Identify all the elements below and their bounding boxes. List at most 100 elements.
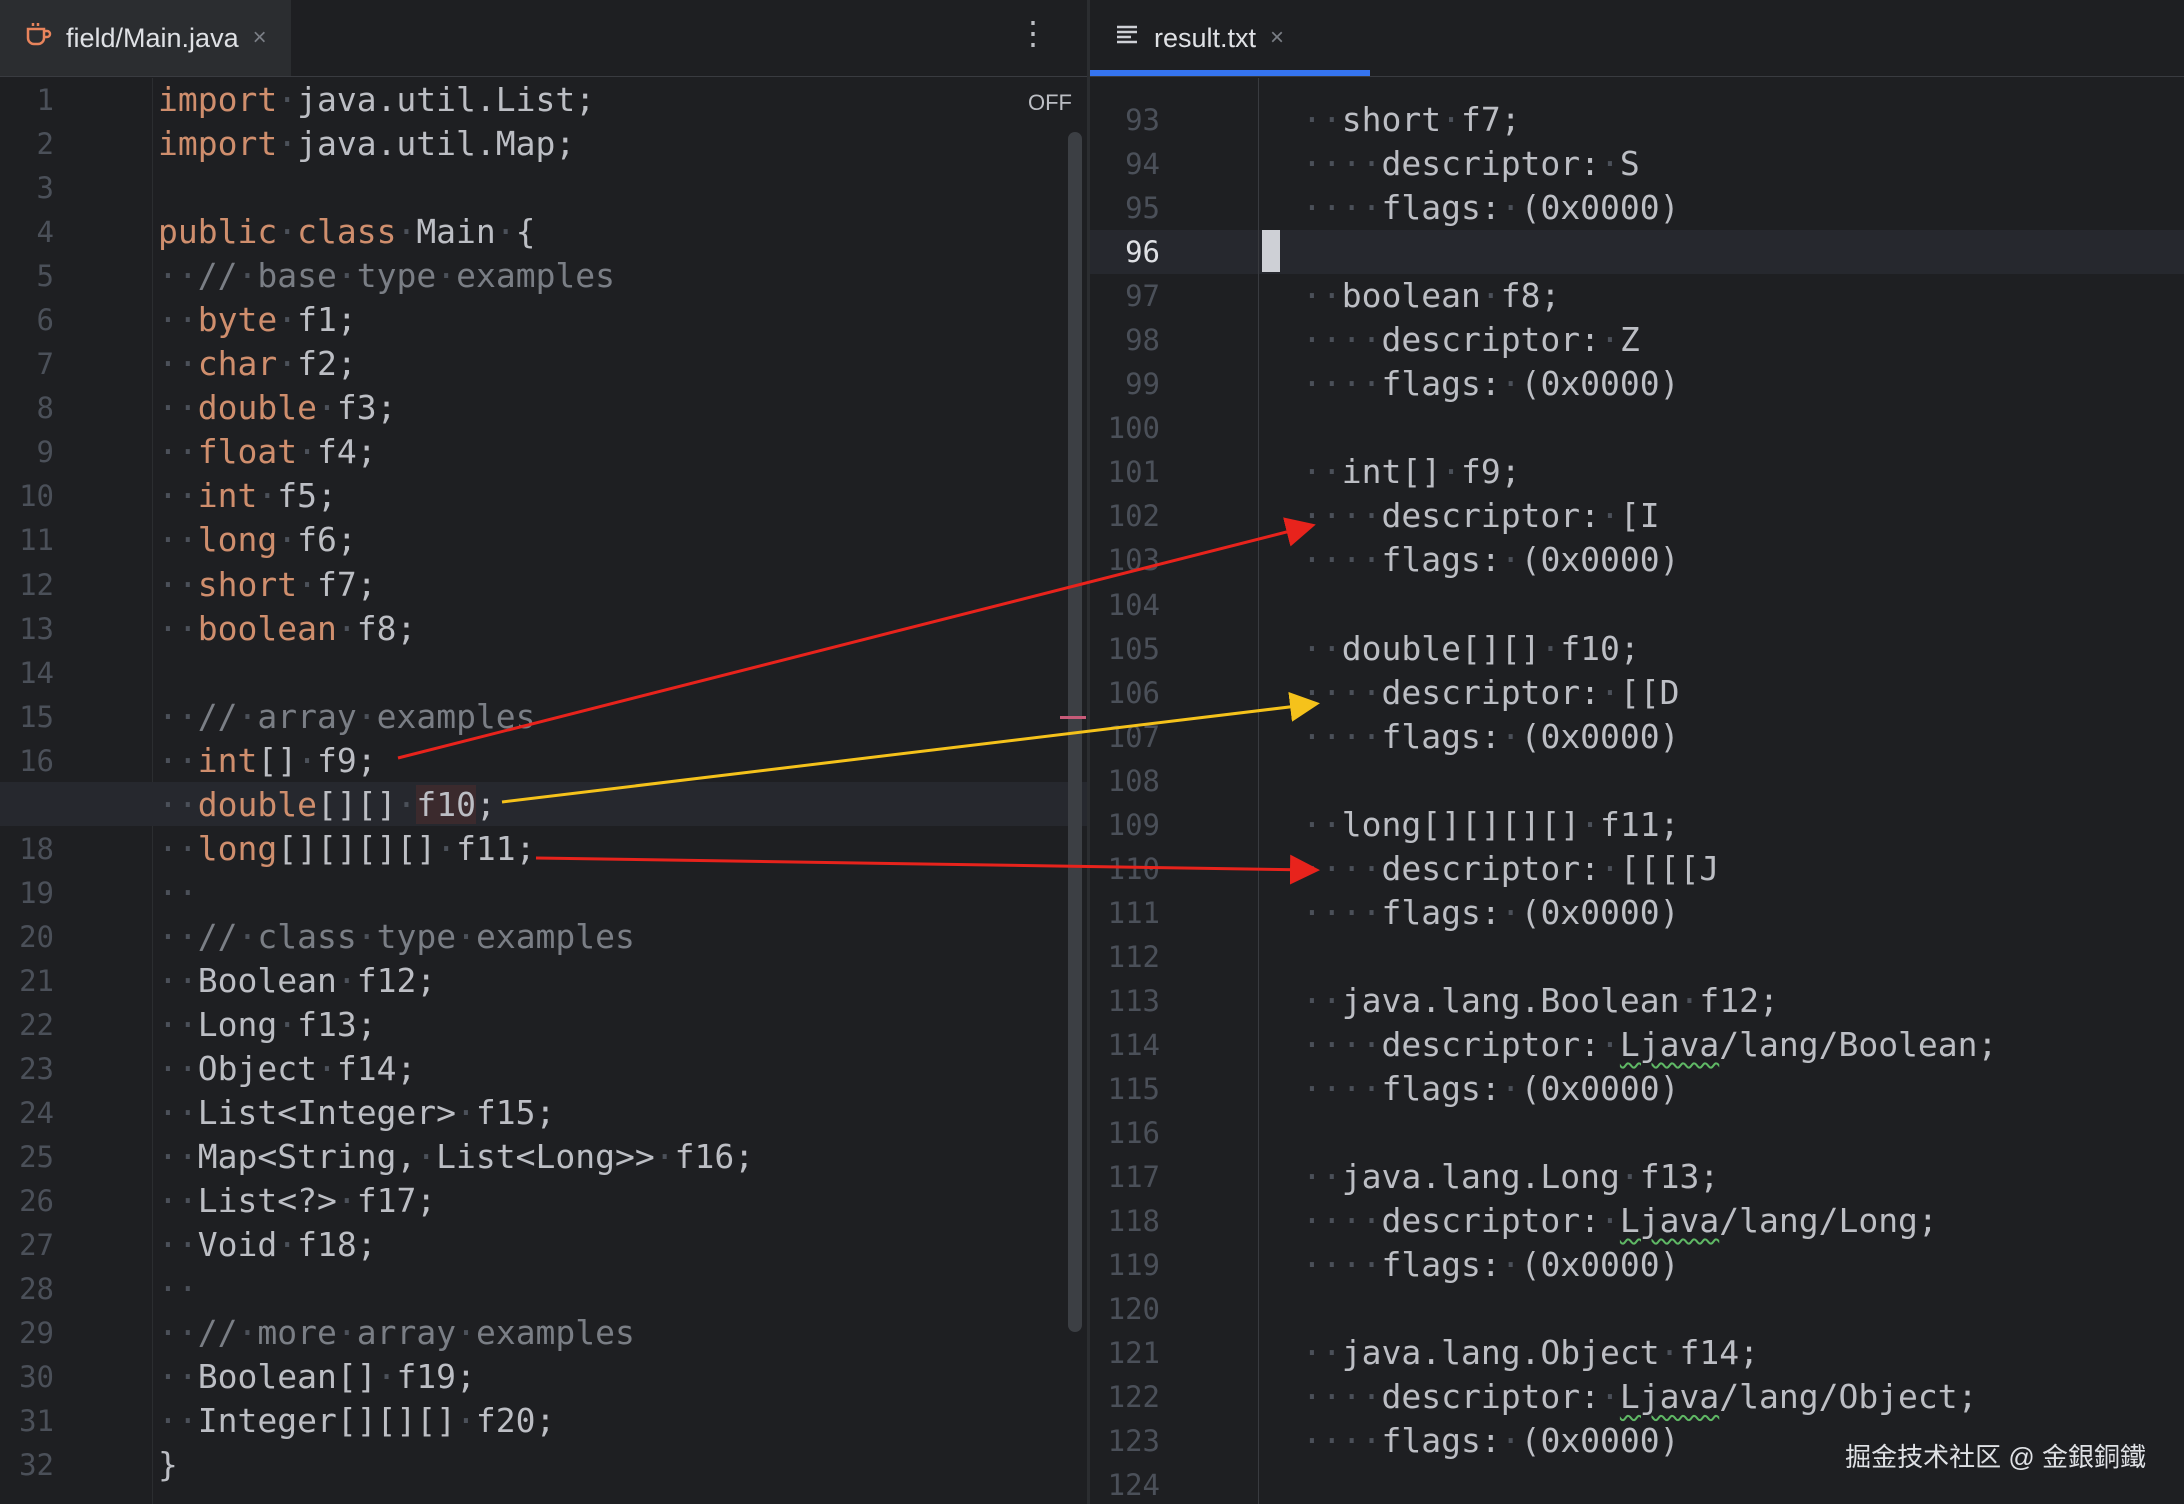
line-number[interactable]: 95 (1090, 186, 1160, 230)
code-line[interactable]: ····flags:·(0x0000) (1302, 1067, 1997, 1111)
line-number[interactable]: 13 (0, 607, 54, 651)
code-line[interactable]: ····descriptor:·S (1302, 142, 1997, 186)
line-number[interactable]: 109 (1090, 803, 1160, 847)
code-line[interactable]: ··//·base·type·examples (158, 254, 754, 298)
line-number[interactable]: 98 (1090, 318, 1160, 362)
code-line[interactable]: ··Long·f13; (158, 1003, 754, 1047)
line-number[interactable]: 28 (0, 1267, 54, 1311)
tab-result-txt[interactable]: result.txt × (1090, 0, 1370, 76)
java-source-code[interactable]: import·java.util.List; import·java.util.M… (158, 78, 754, 1488)
line-number[interactable]: 117 (1090, 1155, 1160, 1199)
code-line[interactable]: ··short·f7; (1302, 98, 1997, 142)
code-line[interactable]: ····descriptor:·[[D (1302, 671, 1997, 715)
line-number[interactable]: 93 (1090, 98, 1160, 142)
line-number[interactable]: 119 (1090, 1243, 1160, 1287)
code-line[interactable]: ··java.lang.Long·f13; (1302, 1155, 1997, 1199)
line-number[interactable]: 102 (1090, 494, 1160, 538)
code-line[interactable]: ··Void·f18; (158, 1223, 754, 1267)
line-number[interactable]: 25 (0, 1135, 54, 1179)
code-line[interactable]: ····descriptor:·Ljava/lang/Boolean; (1302, 1023, 1997, 1067)
line-number[interactable]: 21 (0, 959, 54, 1003)
code-line[interactable]: import·java.util.List; (158, 78, 754, 122)
line-number[interactable]: 3 (0, 166, 54, 210)
code-line[interactable]: ··long·f6; (158, 518, 754, 562)
line-number[interactable]: 15 (0, 695, 54, 739)
line-number[interactable]: 107 (1090, 715, 1160, 759)
code-line[interactable]: ··long[][][][]·f11; (1302, 803, 1997, 847)
line-number[interactable]: 99 (1090, 362, 1160, 406)
line-number[interactable]: 118 (1090, 1199, 1160, 1243)
line-number[interactable]: 112 (1090, 935, 1160, 979)
line-number[interactable]: 18 (0, 827, 54, 871)
tab-main-java[interactable]: field/Main.java × (0, 0, 291, 76)
code-line[interactable] (1302, 406, 1997, 450)
code-line[interactable]: ····descriptor:·[[[[J (1302, 847, 1997, 891)
line-number[interactable]: 31 (0, 1399, 54, 1443)
line-number[interactable]: 8 (0, 386, 54, 430)
code-line[interactable]: ··Boolean·f12; (158, 959, 754, 1003)
code-line[interactable]: ····flags:·(0x0000) (1302, 186, 1997, 230)
code-line[interactable]: ··List<?>·f17; (158, 1179, 754, 1223)
line-number[interactable]: 116 (1090, 1111, 1160, 1155)
code-line[interactable]: ··Map<String,·List<Long>>·f16; (158, 1135, 754, 1179)
code-line[interactable]: ··boolean·f8; (158, 607, 754, 651)
code-line[interactable]: ··byte·f1; (158, 298, 754, 342)
line-number[interactable]: 122 (1090, 1375, 1160, 1419)
line-number[interactable]: 100 (1090, 406, 1160, 450)
code-line[interactable]: } (158, 1443, 754, 1487)
result-text-content[interactable]: ··short·f7; ····descriptor:·S ····flags:·(… (1302, 98, 1997, 1504)
line-number[interactable]: 19 (0, 871, 54, 915)
line-number[interactable]: 27 (0, 1223, 54, 1267)
code-line[interactable]: ··//·more·array·examples (158, 1311, 754, 1355)
code-line[interactable] (158, 651, 754, 695)
code-line[interactable] (1302, 1287, 1997, 1331)
line-number[interactable]: 101 (1090, 450, 1160, 494)
code-line[interactable]: ··int[]·f9; (158, 739, 754, 783)
code-line[interactable]: ··//·class·type·examples (158, 915, 754, 959)
line-number[interactable]: 96 (1090, 230, 1160, 274)
code-line[interactable]: ····flags:·(0x0000) (1302, 538, 1997, 582)
line-number[interactable]: 29 (0, 1311, 54, 1355)
more-options-icon[interactable]: ⋮ (1017, 14, 1049, 52)
line-number[interactable]: 32 (0, 1443, 54, 1487)
line-number[interactable]: 6 (0, 298, 54, 342)
line-number[interactable]: 108 (1090, 759, 1160, 803)
code-line[interactable]: ·· (158, 1267, 754, 1311)
line-number[interactable]: 124 (1090, 1463, 1160, 1504)
code-line[interactable] (1302, 230, 1997, 274)
line-number[interactable]: 123 (1090, 1419, 1160, 1463)
code-line[interactable] (1302, 759, 1997, 803)
close-icon[interactable]: × (1270, 24, 1284, 52)
line-number[interactable]: 12 (0, 563, 54, 607)
line-number[interactable]: 14 (0, 651, 54, 695)
line-number[interactable]: 113 (1090, 979, 1160, 1023)
code-line[interactable]: ··Integer[][][]·f20; (158, 1399, 754, 1443)
code-line[interactable]: ··Object·f14; (158, 1047, 754, 1091)
line-number[interactable]: 22 (0, 1003, 54, 1047)
code-line[interactable]: ····flags:·(0x0000) (1302, 362, 1997, 406)
code-line[interactable] (1302, 935, 1997, 979)
line-number[interactable]: 10 (0, 474, 54, 518)
code-line[interactable]: ····descriptor:·Ljava/lang/Object; (1302, 1375, 1997, 1419)
line-number[interactable]: 1 (0, 78, 54, 122)
code-line[interactable]: ··double[][]·f10; (158, 783, 754, 827)
code-line[interactable]: ····descriptor:·[I (1302, 494, 1997, 538)
code-line[interactable]: ··double[][]·f10; (1302, 627, 1997, 671)
code-line[interactable]: import·java.util.Map; (158, 122, 754, 166)
code-line[interactable]: ··Boolean[]·f19; (158, 1355, 754, 1399)
code-line[interactable]: ··int·f5; (158, 474, 754, 518)
code-line[interactable]: ··boolean·f8; (1302, 274, 1997, 318)
line-number[interactable]: 23 (0, 1047, 54, 1091)
code-line[interactable]: ··short·f7; (158, 563, 754, 607)
code-line[interactable] (1302, 583, 1997, 627)
vertical-scrollbar[interactable] (1068, 132, 1082, 1332)
code-line[interactable]: public·class·Main·{ (158, 210, 754, 254)
line-number[interactable]: 2 (0, 122, 54, 166)
line-number[interactable]: 106 (1090, 671, 1160, 715)
code-line[interactable] (158, 166, 754, 210)
line-number[interactable]: 120 (1090, 1287, 1160, 1331)
code-line[interactable]: ··char·f2; (158, 342, 754, 386)
code-line[interactable]: ··double·f3; (158, 386, 754, 430)
inspection-off-label[interactable]: OFF (1028, 90, 1072, 116)
code-line[interactable]: ····descriptor:·Ljava/lang/Long; (1302, 1199, 1997, 1243)
